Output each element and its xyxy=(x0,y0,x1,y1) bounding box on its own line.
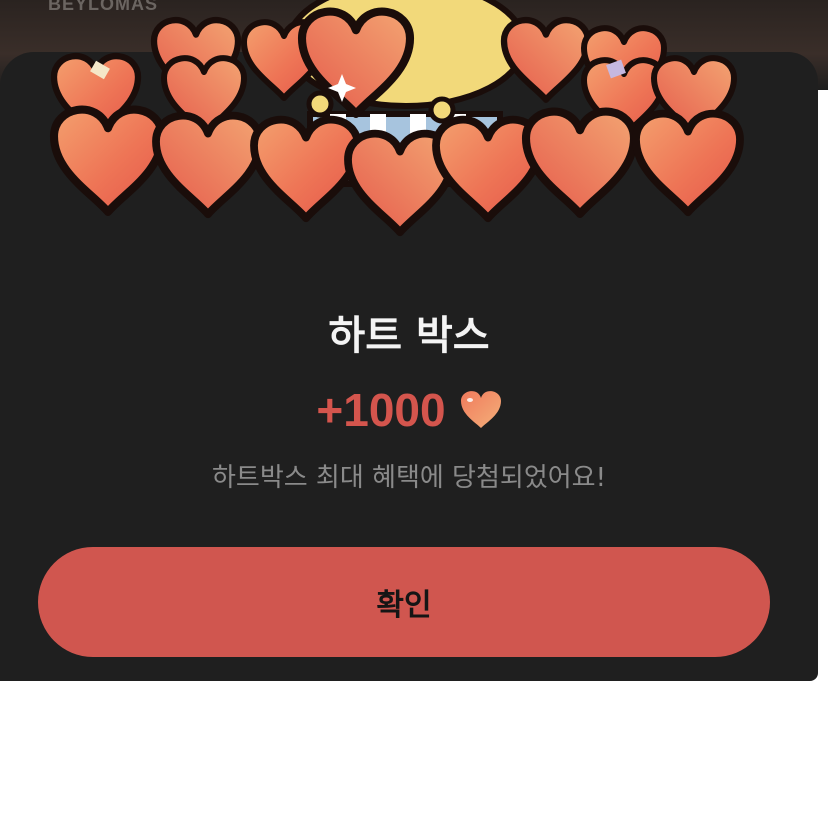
confirm-button[interactable]: 확인 xyxy=(38,547,770,657)
reward-amount: +1000 xyxy=(316,384,446,436)
background-logo: BEYLOMAS xyxy=(48,0,159,14)
screen: BEYLOMAS 하트 박스 +1000 하트박스 최대 혜택에 당첨되었어요!… xyxy=(0,0,828,828)
heart-box-illustration xyxy=(44,0,764,272)
reward-row: +1000 xyxy=(0,380,818,440)
result-message: 하트박스 최대 혜택에 당첨되었어요! xyxy=(211,463,607,493)
dialog-title: 하트 박스 xyxy=(328,313,490,359)
reward-bottom-sheet: 하트 박스 +1000 하트박스 최대 혜택에 당첨되었어요! 확인 xyxy=(0,0,818,681)
heart-icon xyxy=(460,391,501,428)
